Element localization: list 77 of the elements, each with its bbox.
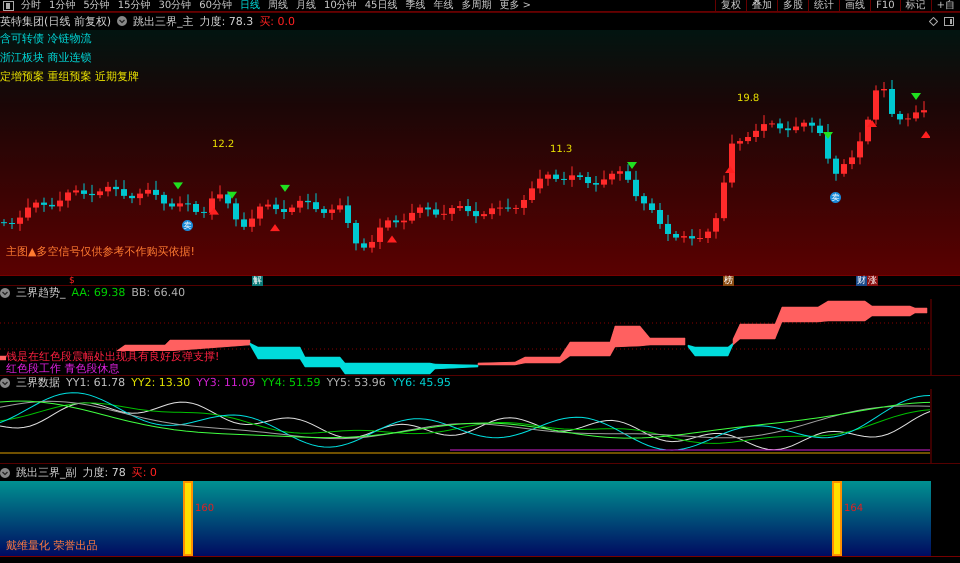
down-triangle-icon (227, 192, 237, 199)
diamond-icon[interactable] (929, 16, 938, 26)
price-label: 19.8 (737, 92, 760, 104)
down-triangle-icon (280, 184, 290, 192)
concept-tag: 浙江板块 商业连锁 (0, 50, 92, 65)
event-marker[interactable]: $ (68, 276, 76, 286)
indicator-name: 跳出三界_副 (16, 465, 76, 480)
period-tab[interactable]: 季线 (401, 0, 430, 11)
strength-value: 力度: 78 (82, 465, 126, 480)
note-text: 钱是在红色段震幅处出现具有良好反弹支撑! (6, 351, 220, 364)
credit-text: 戴维量化 荣誉出品 (6, 538, 98, 554)
period-tab[interactable]: 日线 (236, 0, 264, 11)
event-marker[interactable]: 解 (252, 276, 263, 286)
indicator-value: BB: 66.40 (131, 286, 186, 300)
more-button[interactable]: 更多 > (495, 0, 535, 11)
indicator-value: YY2: 13.30 (131, 376, 190, 390)
period-tab[interactable]: 15分钟 (114, 0, 154, 11)
indicator-value: AA: 69.38 (72, 286, 126, 300)
bar-value: 160 (195, 503, 214, 514)
dropdown-circle-icon[interactable] (0, 378, 10, 388)
up-triangle-icon (209, 208, 219, 215)
indicator-name: 三界数据 (16, 375, 60, 390)
toolbar-button[interactable]: 多股 (777, 0, 808, 11)
indicator-value: YY1: 61.78 (66, 376, 126, 390)
period-tab[interactable]: 多周期 (457, 0, 496, 11)
price-label: 12.2 (212, 138, 234, 150)
dropdown-circle-icon[interactable] (0, 468, 10, 478)
indicator-value: YY5: 53.96 (326, 376, 386, 390)
indicator-name: 跳出三界_主 (133, 14, 194, 29)
bar-value: 164 (844, 503, 864, 514)
down-triangle-icon (911, 92, 921, 100)
period-tab[interactable]: 年线 (429, 0, 458, 11)
window-icon[interactable] (3, 0, 14, 10)
dropdown-circle-icon[interactable] (0, 288, 10, 298)
sell-mark: 卖 (830, 192, 841, 203)
dropdown-circle-icon[interactable] (117, 16, 128, 26)
toolbar-button[interactable]: 叠加 (746, 0, 778, 11)
period-tab[interactable]: 5分钟 (79, 0, 114, 11)
panel-icon[interactable] (944, 16, 954, 26)
buy-value: 买: 0.0 (259, 14, 295, 29)
disclaimer-text: 主图▲多空信号仅供参考不作购买依据! (6, 244, 195, 258)
down-triangle-icon (173, 182, 183, 190)
toolbar-button[interactable]: 画线 (839, 0, 870, 11)
period-tab[interactable]: 分时 (17, 0, 45, 11)
period-tab[interactable]: 30分钟 (154, 0, 196, 11)
down-triangle-icon (627, 162, 637, 169)
toolbar-button[interactable]: 标记 (900, 0, 931, 11)
up-triangle-icon (921, 130, 930, 138)
concept-tag: 含可转债 冷链物流 (0, 30, 92, 46)
up-triangle-icon (270, 224, 280, 232)
indicator-value: YY4: 51.59 (261, 376, 321, 390)
concept-tag: 定增预案 重组预案 近期复牌 (0, 68, 139, 84)
down-triangle-icon (823, 132, 833, 139)
event-marker[interactable]: 榜 (723, 276, 734, 286)
indicator-value: YY6: 45.95 (392, 376, 451, 390)
period-tab[interactable]: 1分钟 (45, 0, 80, 11)
up-triangle-icon (867, 120, 877, 127)
strength-value: 力度: 78.3 (200, 14, 254, 29)
event-marker[interactable]: 财 (856, 276, 867, 286)
toolbar-button[interactable]: 复权 (715, 0, 746, 11)
period-tab[interactable]: 周线 (264, 0, 292, 11)
indicator-value: YY3: 11.09 (196, 376, 256, 390)
stock-title: 英特集团(日线 前复权) (0, 14, 112, 29)
period-tab[interactable]: 60分钟 (195, 0, 236, 11)
period-tab[interactable]: 月线 (292, 0, 320, 11)
period-tab[interactable]: 10分钟 (320, 0, 361, 11)
event-marker[interactable]: 涨 (867, 276, 878, 286)
toolbar-button[interactable]: +自 (930, 0, 960, 11)
indicator-name: 三界趋势_ (16, 285, 66, 300)
toolbar-button[interactable]: F10 (870, 0, 900, 11)
price-label: 11.3 (550, 144, 572, 155)
period-tab[interactable]: 45日线 (360, 0, 402, 11)
note-text: 红色段工作 青色段休息 (6, 363, 120, 376)
up-triangle-icon (725, 166, 735, 173)
buy-value: 买: 0 (132, 465, 157, 480)
sell-mark: 卖 (182, 220, 193, 231)
up-triangle-icon (387, 235, 397, 242)
